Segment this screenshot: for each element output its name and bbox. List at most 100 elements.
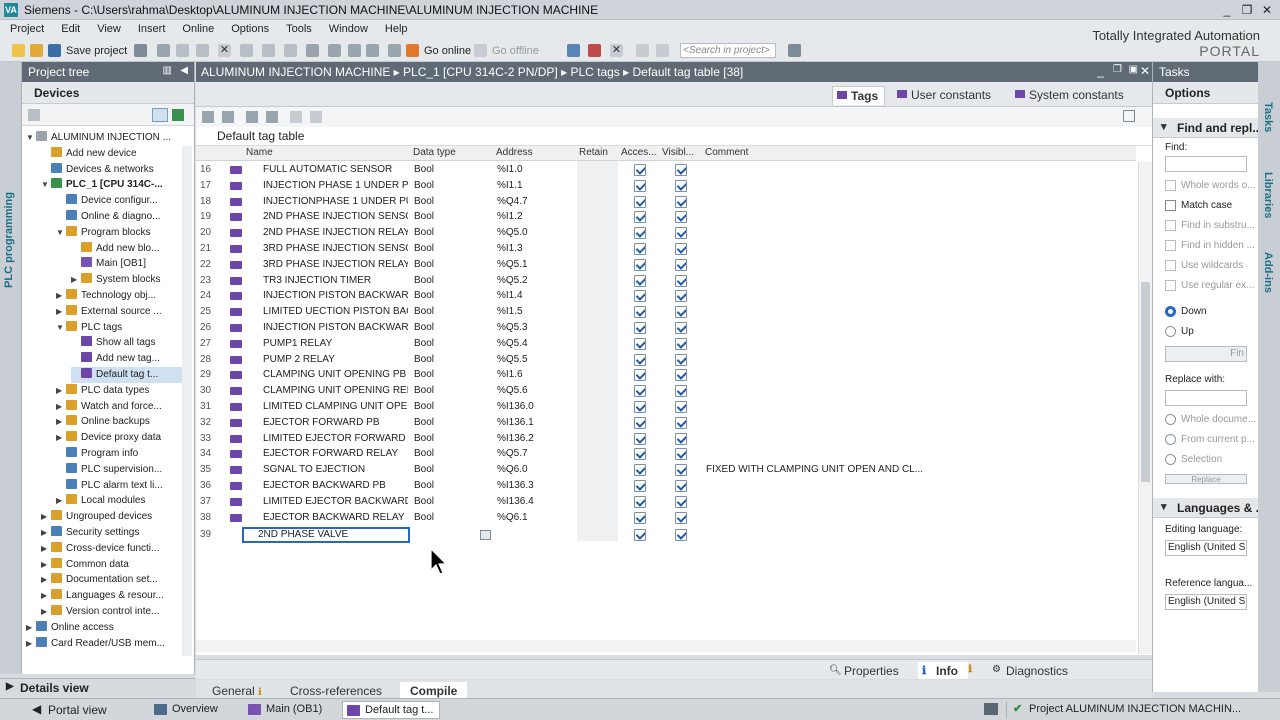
col-retain[interactable]: Retain xyxy=(579,147,608,158)
replace-button[interactable]: Replace xyxy=(1165,474,1247,484)
table-row[interactable]: 38 EJECTOR BACKWARD RELAY Bool %Q6.1 xyxy=(196,510,1136,526)
download-icon[interactable] xyxy=(328,44,341,57)
tag-name[interactable]: INJECTIONPHASE 1 UNDER PUM... xyxy=(263,194,408,210)
visible-checkbox[interactable] xyxy=(675,164,687,176)
tag-comment[interactable]: FIXED WITH CLAMPING UNIT OPEN AND CL... xyxy=(706,462,926,478)
expand-arrow-icon[interactable]: ▶ xyxy=(26,636,36,652)
tag-address[interactable]: %I1.5 xyxy=(497,304,567,320)
expand-arrow-icon[interactable]: ▶ xyxy=(56,493,66,509)
tag-name[interactable]: INJECTION PHASE 1 UNDER PU... xyxy=(263,178,408,194)
tag-data-type[interactable]: Bool xyxy=(414,462,484,478)
menu-view[interactable]: View xyxy=(87,20,128,35)
expand-arrow-icon[interactable]: ▶ xyxy=(56,430,66,446)
tab-system-constants[interactable]: System constants xyxy=(1011,86,1130,105)
menu-insert[interactable]: Insert xyxy=(128,20,173,35)
visible-checkbox[interactable] xyxy=(675,369,687,382)
table-row[interactable]: 37 LIMITED EJECTOR BACKWARD S... Bool %I136… xyxy=(196,494,1136,510)
new-project-icon[interactable] xyxy=(12,44,25,57)
visible-checkbox[interactable] xyxy=(675,243,687,255)
accessible-checkbox[interactable] xyxy=(634,432,646,445)
collapse-panel-icon[interactable]: ◀ xyxy=(180,65,188,76)
menu-project[interactable]: Project xyxy=(0,20,51,35)
accessible-checkbox[interactable] xyxy=(634,211,646,224)
accessible-devices-icon[interactable] xyxy=(567,44,580,57)
tree-item[interactable]: ▼ ALUMINUM INJECTION ... xyxy=(26,130,191,146)
tag-name[interactable]: 2ND PHASE INJECTION RELAY xyxy=(263,225,408,241)
accessible-checkbox[interactable] xyxy=(634,290,646,303)
menu-options[interactable]: Options xyxy=(221,20,276,35)
collapse-arrow-icon[interactable]: ▼ xyxy=(56,320,66,336)
tag-data-type[interactable]: Bool xyxy=(414,352,484,368)
tag-data-type[interactable]: Bool xyxy=(414,273,484,289)
table-row[interactable]: 23 TR3 INJECTION TIMER Bool %Q5.2 xyxy=(196,273,1136,289)
details-view-header[interactable]: ▶ Details view xyxy=(0,678,195,696)
tag-name[interactable]: PUMP 2 RELAY xyxy=(263,352,408,368)
visible-checkbox[interactable] xyxy=(675,227,687,240)
search-icon[interactable] xyxy=(788,44,801,57)
tree-view-icon[interactable] xyxy=(28,109,40,121)
accessible-checkbox[interactable] xyxy=(634,179,646,192)
editing-language-select[interactable]: English (United S... xyxy=(1165,540,1247,556)
go-offline-icon[interactable] xyxy=(474,44,487,57)
table-row[interactable]: 32 EJECTOR FORWARD PB Bool %I136.1 xyxy=(196,415,1136,431)
table-row[interactable]: 31 LIMITED CLAMPING UNIT OPENI... Bool %I13… xyxy=(196,399,1136,415)
table-row[interactable]: 35 SGNAL TO EJECTION Bool %Q6.0 FIXED WITH C… xyxy=(196,462,1136,478)
tag-data-type[interactable]: Bool xyxy=(414,367,484,383)
tag-address[interactable]: %Q5.5 xyxy=(497,352,567,368)
tag-data-type[interactable]: Bool xyxy=(414,336,484,352)
close-window-button[interactable]: ✕ xyxy=(1258,1,1276,19)
visible-checkbox[interactable] xyxy=(675,529,687,541)
expand-arrow-icon[interactable]: ▶ xyxy=(41,541,51,557)
tag-address[interactable]: %Q5.3 xyxy=(497,320,567,336)
editor-minimize-icon[interactable]: _ xyxy=(1097,64,1104,78)
tag-name[interactable]: LIMITED UECTION PISTON BACK... xyxy=(263,304,408,320)
expand-arrow-icon[interactable]: ▶ xyxy=(41,604,51,620)
tree-item[interactable]: ▶ Version control inte... xyxy=(41,604,191,620)
menu-tools[interactable]: Tools xyxy=(276,20,319,35)
find-substructures-checkbox[interactable] xyxy=(1165,220,1176,231)
from-current-radio[interactable] xyxy=(1165,434,1176,445)
tree-item[interactable]: Show all tags xyxy=(71,335,191,351)
tag-address[interactable]: %I1.3 xyxy=(497,241,567,257)
keep-values-icon[interactable] xyxy=(310,111,322,123)
tree-item[interactable]: ▼ PLC tags xyxy=(56,320,191,336)
side-tab-add-ins[interactable]: Add-ins xyxy=(1262,252,1274,293)
save-icon[interactable] xyxy=(48,44,61,57)
visible-checkbox[interactable] xyxy=(675,464,687,477)
tag-name[interactable]: INJECTION PISTON BACKWARD ... xyxy=(263,288,408,304)
expand-arrow-icon[interactable]: ▶ xyxy=(41,588,51,604)
wildcards-checkbox[interactable] xyxy=(1165,260,1176,271)
devices-tab[interactable]: Devices xyxy=(22,82,194,104)
tag-data-type[interactable]: Bool xyxy=(414,178,484,194)
visible-checkbox[interactable] xyxy=(675,401,687,413)
tree-item[interactable]: ▼ PLC_1 [CPU 314C-... xyxy=(41,177,191,193)
tag-data-type[interactable]: Bool xyxy=(414,225,484,241)
print-icon[interactable] xyxy=(134,44,147,57)
visible-checkbox[interactable] xyxy=(675,322,687,334)
tab-properties[interactable]: 🔍︎ Properties xyxy=(826,662,909,679)
tree-item[interactable]: ▶ Card Reader/USB mem... xyxy=(26,636,191,652)
col-visible[interactable]: Visibl... xyxy=(662,147,694,158)
tree-item[interactable]: ▶ Cross-device functi... xyxy=(41,541,191,557)
tag-address[interactable]: %Q5.7 xyxy=(497,446,567,462)
tag-data-type[interactable]: Bool xyxy=(414,194,484,210)
tag-address[interactable]: %Q5.6 xyxy=(497,383,567,399)
accessible-checkbox[interactable] xyxy=(634,227,646,240)
regex-checkbox[interactable] xyxy=(1165,280,1176,291)
visible-checkbox[interactable] xyxy=(675,353,687,366)
col-comment[interactable]: Comment xyxy=(705,147,748,158)
overview-icon[interactable] xyxy=(152,108,168,122)
visible-checkbox[interactable] xyxy=(675,416,687,429)
accessible-checkbox[interactable] xyxy=(634,448,646,461)
expand-arrow-icon[interactable]: ▶ xyxy=(41,557,51,573)
expand-arrow-icon[interactable]: ▶ xyxy=(56,414,66,430)
tag-name-input[interactable]: 2ND PHASE VALVE xyxy=(242,527,410,543)
tag-data-type[interactable]: Bool xyxy=(414,209,484,225)
tag-name[interactable]: LIMITED EJECTOR FORWARD SE... xyxy=(263,431,408,447)
copy-icon[interactable] xyxy=(176,44,189,57)
delete-icon[interactable]: ✕ xyxy=(218,44,231,57)
tag-data-type[interactable]: Bool xyxy=(414,162,484,178)
project-search-input[interactable]: <Search in project> xyxy=(680,43,776,58)
whole-document-radio[interactable] xyxy=(1165,414,1176,425)
languages-section[interactable]: Languages & ... xyxy=(1153,498,1258,518)
